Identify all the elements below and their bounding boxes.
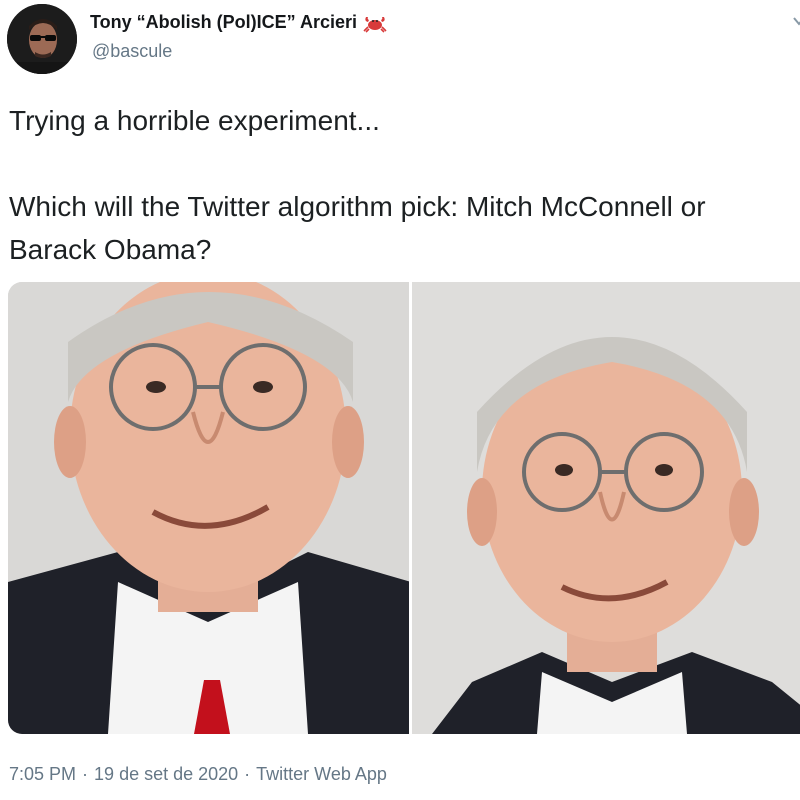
tweet-line-1: Trying a horrible experiment... xyxy=(9,105,380,136)
photo-right[interactable] xyxy=(412,282,800,734)
meta-separator: · xyxy=(244,764,251,784)
portrait-photo-icon xyxy=(412,282,800,734)
tweet-line-2: Which will the Twitter algorithm pick: M… xyxy=(9,191,706,265)
tweet-text: Trying a horrible experiment... Which wi… xyxy=(9,99,799,271)
tweet-meta: 7:05 PM · 19 de set de 2020 · Twitter Web Ap… xyxy=(9,764,387,785)
tweet-date[interactable]: 19 de set de 2020 xyxy=(94,764,238,784)
author-name-row: Tony “Abolish (Pol)ICE” Arcieri xyxy=(90,12,387,33)
author-avatar[interactable] xyxy=(7,4,77,74)
author-handle[interactable]: @bascule xyxy=(92,41,172,62)
author-display-name[interactable]: Tony “Abolish (Pol)ICE” Arcieri xyxy=(90,12,357,33)
portrait-photo-icon xyxy=(8,282,410,734)
tweet-card: Tony “Abolish (Pol)ICE” Arcieri @bascule… xyxy=(0,0,800,800)
avatar-image xyxy=(7,4,77,74)
chevron-down-icon[interactable] xyxy=(792,14,800,28)
meta-separator: · xyxy=(82,764,89,784)
crab-emoji-icon xyxy=(363,13,387,33)
tweet-time[interactable]: 7:05 PM xyxy=(9,764,76,784)
tweet-source[interactable]: Twitter Web App xyxy=(256,764,387,784)
photo-left[interactable] xyxy=(8,282,410,734)
media-grid xyxy=(8,282,800,734)
